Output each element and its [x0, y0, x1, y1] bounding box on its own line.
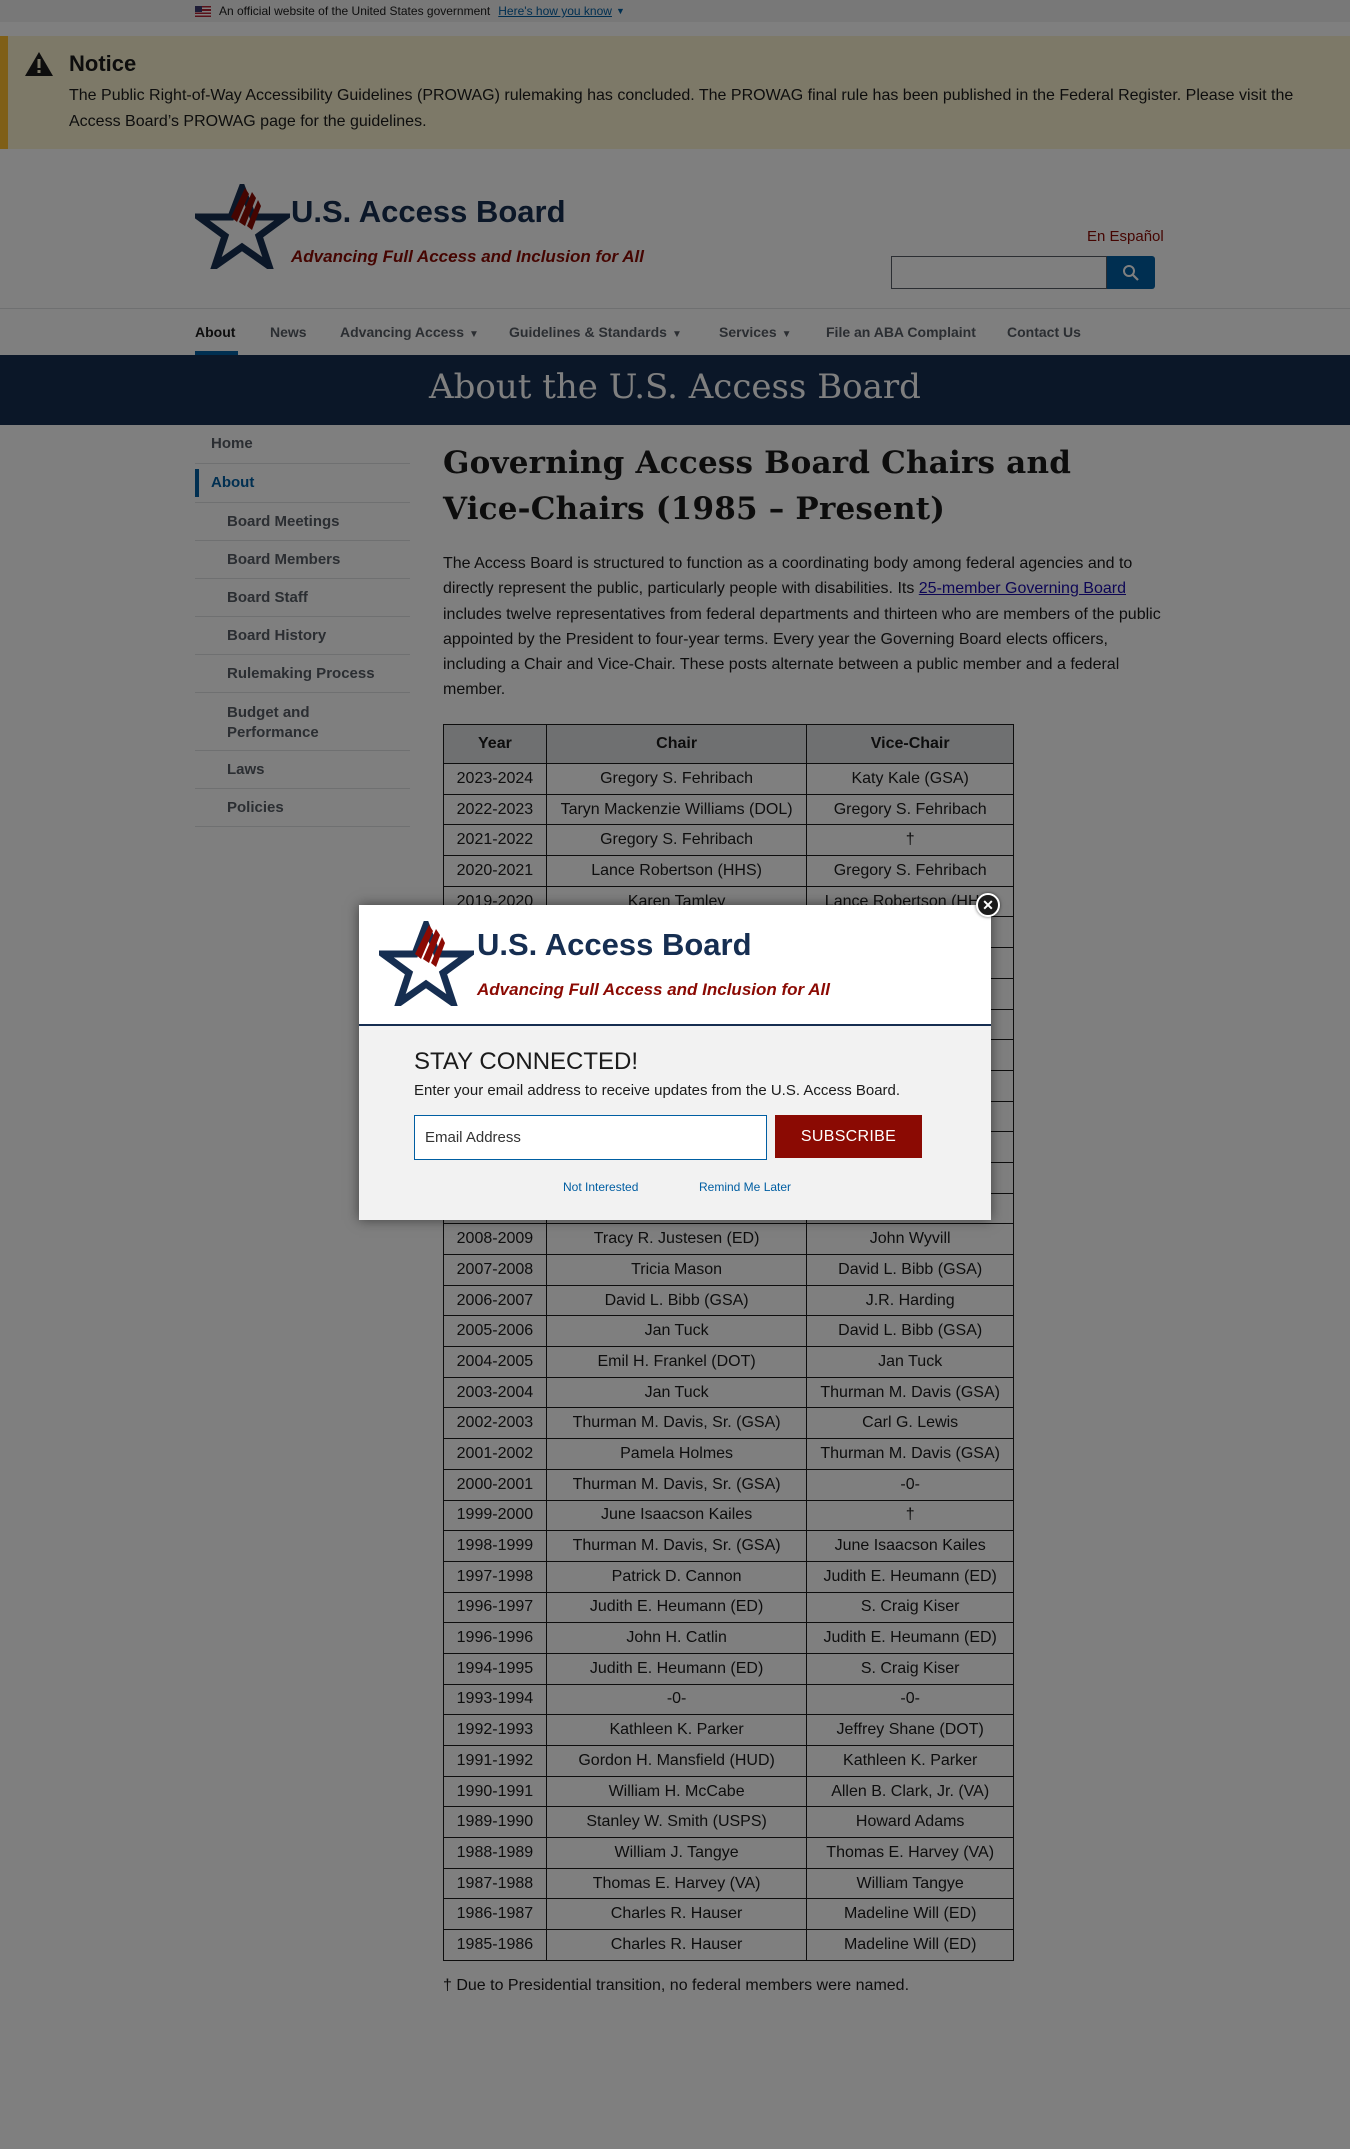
close-icon[interactable]: ✕ — [976, 893, 1000, 917]
modal-tagline: Advancing Full Access and Inclusion for … — [477, 980, 830, 999]
subscribe-modal: U.S. Access Board Advancing Full Access … — [359, 905, 991, 1220]
remind-later-link[interactable]: Remind Me Later — [699, 1180, 791, 1194]
modal-subtext: Enter your email address to receive upda… — [414, 1082, 901, 1099]
email-field[interactable] — [414, 1115, 767, 1160]
modal-header: U.S. Access Board Advancing Full Access … — [359, 905, 991, 1026]
subscribe-button[interactable]: SUBSCRIBE — [775, 1115, 922, 1158]
star-logo-icon — [379, 921, 474, 1006]
modal-site-title: U.S. Access Board — [477, 927, 752, 962]
modal-heading: STAY CONNECTED! — [414, 1048, 639, 1075]
not-interested-link[interactable]: Not Interested — [563, 1180, 638, 1194]
